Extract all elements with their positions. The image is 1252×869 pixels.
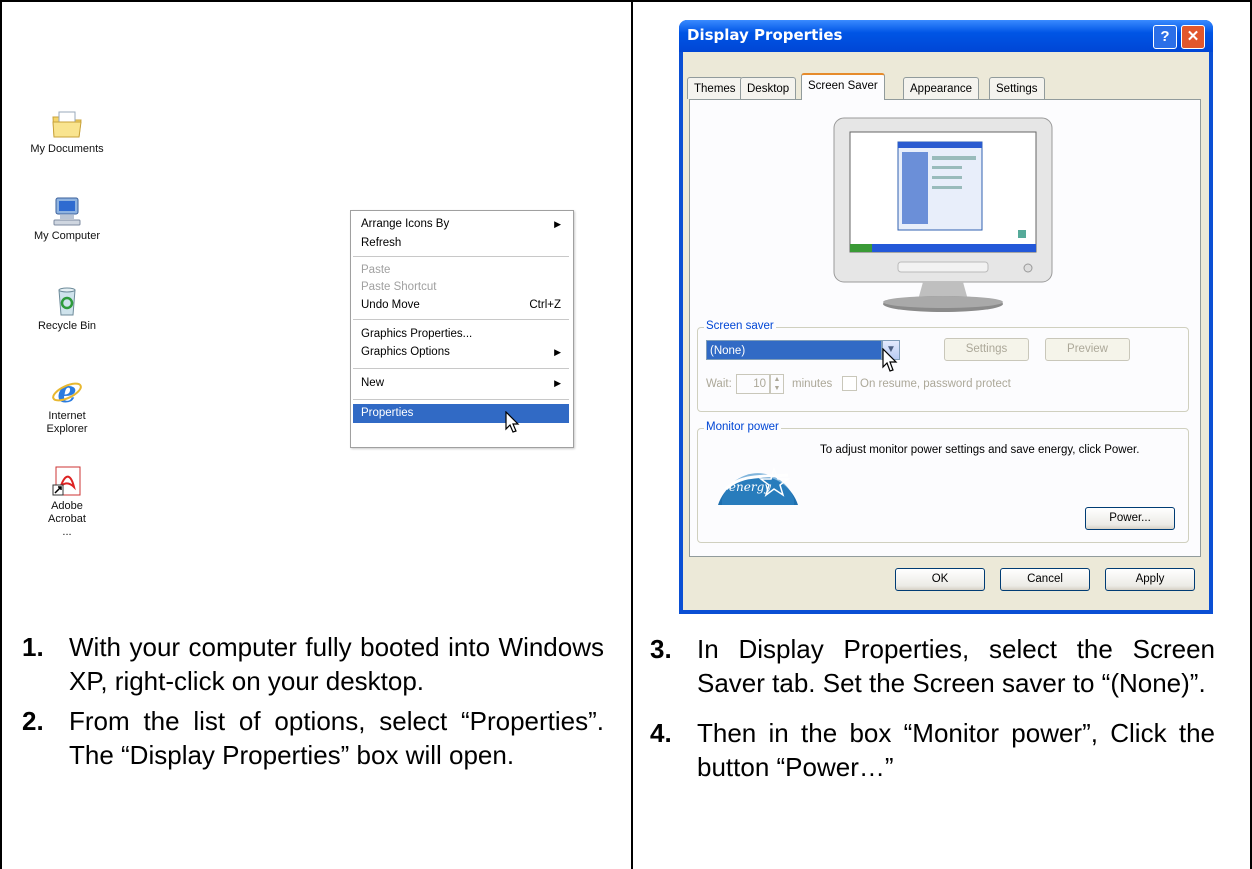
minutes-label: minutes: [792, 378, 833, 390]
menu-item-label: Properties: [361, 407, 414, 419]
submenu-arrow-icon: ▶: [554, 347, 561, 357]
desktop-icon-label: My Documents: [30, 143, 104, 155]
tab-appearance[interactable]: Appearance: [903, 77, 980, 99]
cancel-button[interactable]: Cancel: [1000, 568, 1090, 591]
tab-themes[interactable]: Themes: [687, 77, 743, 99]
menu-item-new[interactable]: New ▶: [361, 374, 561, 393]
settings-button[interactable]: Settings: [944, 338, 1029, 361]
dialog-body: Themes Desktop Screen Saver Appearance S…: [683, 52, 1209, 610]
ok-button[interactable]: OK: [895, 568, 985, 591]
desktop-screenshot: My Documents My Computer Recycle Bin e I…: [20, 50, 605, 590]
menu-item-label: Paste Shortcut: [361, 281, 437, 293]
menu-shortcut: Ctrl+Z: [529, 299, 561, 311]
desktop-icon-label: Recycle Bin: [37, 320, 97, 332]
desktop-icon-label: Adobe Acrobat ...: [48, 500, 86, 538]
help-button[interactable]: ?: [1153, 25, 1177, 49]
tab-desktop[interactable]: Desktop: [740, 77, 797, 99]
submenu-arrow-icon: ▶: [554, 378, 561, 388]
step-4: 4. Then in the box “Monitor power”, Click…: [650, 716, 1215, 784]
desktop-icon-my-documents[interactable]: My Documents: [22, 108, 112, 156]
step-text: In Display Properties, select the Screen…: [697, 634, 1215, 698]
close-button[interactable]: ✕: [1181, 25, 1205, 49]
screen-saver-group-label: Screen saver: [704, 320, 776, 332]
mouse-cursor-icon: [882, 348, 898, 372]
energy-star-icon: energy: [718, 466, 798, 505]
menu-item-properties[interactable]: Properties: [353, 404, 569, 423]
menu-separator: [353, 399, 569, 400]
wait-minutes-input[interactable]: 10: [736, 374, 770, 394]
apply-button[interactable]: Apply: [1105, 568, 1195, 591]
menu-item-undo-move[interactable]: Undo Move Ctrl+Z: [361, 296, 561, 315]
desktop-icon-my-computer[interactable]: My Computer: [22, 195, 112, 243]
menu-item-label: Undo Move: [361, 299, 420, 311]
step-number: 3.: [650, 634, 672, 664]
menu-item-label: New: [361, 377, 385, 389]
step-text: With your computer fully booted into Win…: [69, 632, 604, 696]
menu-item-label: Graphics Properties...: [361, 328, 473, 340]
power-button[interactable]: Power...: [1085, 507, 1175, 530]
menu-item-refresh[interactable]: Refresh: [361, 234, 561, 253]
desktop-icon-label: My Computer: [33, 230, 101, 242]
desktop-context-menu: Arrange Icons By ▶ Refresh Paste Paste Sh…: [350, 210, 574, 448]
left-instructions: 1. With your computer fully booted into W…: [22, 630, 604, 772]
tab-settings[interactable]: Settings: [989, 77, 1045, 99]
wait-label: Wait:: [706, 378, 732, 390]
table-border-top: [0, 0, 1252, 2]
mouse-cursor-icon: [505, 411, 520, 433]
menu-item-paste-shortcut: Paste Shortcut: [361, 278, 561, 297]
step-text: From the list of options, select “Proper…: [69, 706, 604, 770]
folder-documents-icon: [50, 108, 84, 140]
desktop-icon-label: Internet Explorer: [46, 410, 88, 435]
desktop-icon-internet-explorer[interactable]: e Internet Explorer: [22, 375, 112, 436]
desktop-icon-adobe-acrobat[interactable]: Adobe Acrobat ...: [22, 465, 112, 539]
screen-saver-tab-panel: Screen saver (None) ▼ Settings Preview W…: [689, 99, 1201, 557]
display-properties-dialog: Display Properties ? ✕ Themes Desktop Sc…: [679, 20, 1213, 614]
step-1: 1. With your computer fully booted into W…: [22, 630, 604, 698]
password-protect-checkbox[interactable]: [842, 376, 857, 391]
table-border-left: [0, 0, 2, 869]
menu-separator: [353, 319, 569, 320]
right-instructions: 3. In Display Properties, select the Scre…: [650, 632, 1215, 784]
step-text: Then in the box “Monitor power”, Click t…: [697, 718, 1215, 782]
monitor-power-description: To adjust monitor power settings and sav…: [820, 444, 1140, 456]
menu-item-graphics-options[interactable]: Graphics Options ▶: [361, 343, 561, 362]
menu-item-label: Graphics Options: [361, 346, 450, 358]
step-number: 2.: [22, 706, 44, 736]
wait-spinner[interactable]: ▲ ▼: [770, 374, 784, 394]
menu-item-label: Refresh: [361, 237, 402, 249]
desktop-icon-recycle-bin[interactable]: Recycle Bin: [22, 285, 112, 333]
screen-saver-select[interactable]: (None): [706, 340, 882, 360]
monitor-preview-icon: [833, 117, 1053, 312]
dialog-title-bar[interactable]: Display Properties ? ✕: [679, 20, 1213, 52]
table-divider: [631, 0, 633, 869]
password-protect-label: On resume, password protect: [860, 378, 1011, 390]
tab-screen-saver[interactable]: Screen Saver: [801, 73, 885, 100]
preview-button[interactable]: Preview: [1045, 338, 1130, 361]
dialog-title: Display Properties: [687, 26, 843, 44]
menu-separator: [353, 368, 569, 369]
submenu-arrow-icon: ▶: [554, 219, 561, 229]
recycle-bin-icon: [50, 285, 84, 317]
svg-text:e: e: [57, 375, 76, 407]
step-number: 4.: [650, 718, 672, 748]
step-3: 3. In Display Properties, select the Scre…: [650, 632, 1215, 700]
menu-separator: [353, 256, 569, 257]
computer-icon: [50, 195, 84, 227]
step-2: 2. From the list of options, select “Prop…: [22, 704, 604, 772]
menu-item-label: Paste: [361, 264, 391, 276]
adobe-acrobat-icon: [50, 465, 84, 497]
menu-item-label: Arrange Icons By: [361, 218, 450, 230]
monitor-power-group: Monitor power energy To adjust monitor p…: [697, 421, 1189, 543]
menu-item-graphics-properties[interactable]: Graphics Properties...: [361, 325, 561, 344]
screen-saver-group: Screen saver (None) ▼ Settings Preview W…: [697, 320, 1189, 412]
menu-item-arrange-icons-by[interactable]: Arrange Icons By ▶: [361, 215, 561, 234]
step-number: 1.: [22, 632, 44, 662]
internet-explorer-icon: e: [50, 375, 84, 410]
monitor-power-group-label: Monitor power: [704, 421, 781, 433]
